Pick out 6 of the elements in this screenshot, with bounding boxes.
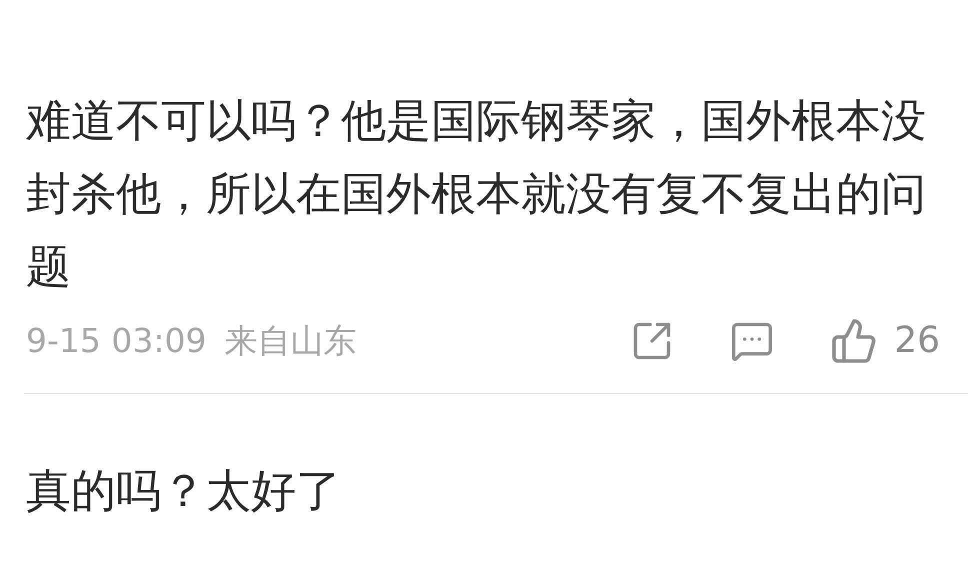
like-button[interactable]: 26 [830,314,940,368]
comment-source: 来自山东 [224,320,356,362]
thumbs-up-icon [830,317,878,365]
comment-text: 难道不可以吗？他是国际钢琴家，国外根本没封杀他，所以在国外根本就没有复不复出的问题 [26,93,927,295]
comment-text: 真的吗？太好了 [26,463,342,519]
comment-time: 9-15 03:09 [26,320,206,362]
